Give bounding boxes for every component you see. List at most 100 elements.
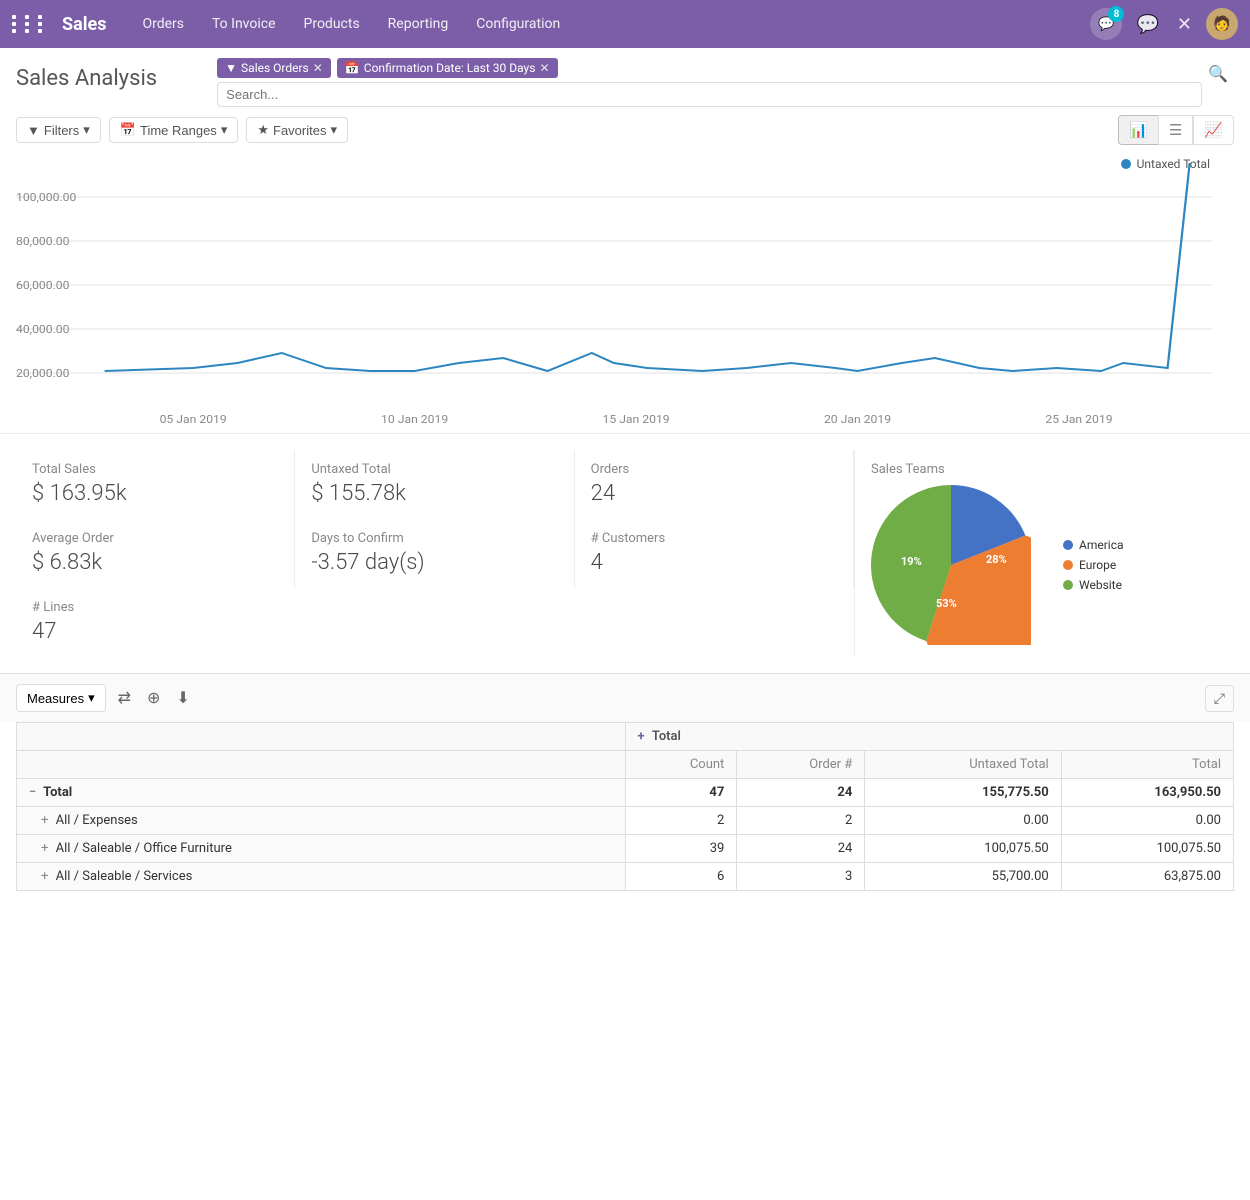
svg-text:20 Jan 2019: 20 Jan 2019 [824,413,891,426]
search-area: ▼ Sales Orders ✕ 📅 Confirmation Date: La… [217,58,1202,107]
line-chart-svg: 20,000.00 40,000.00 60,000.00 80,000.00 … [16,153,1234,433]
kpi-orders: Orders 24 [575,450,854,519]
nav-actions: 💬 8 💬 ✕ 🧑 [1090,8,1238,40]
search-input-wrap [217,82,1202,107]
row-furniture-count: 39 [625,835,737,863]
measures-label: Measures [27,691,84,706]
row-services-order: 3 [737,863,865,891]
table-row: + All / Saleable / Services 6 3 55,700.0… [17,863,1234,891]
row-furniture-order: 24 [737,835,865,863]
row-expenses-label: + All / Expenses [17,807,626,835]
page-content: Sales Analysis ▼ Sales Orders ✕ 📅 Confir… [0,48,1250,1200]
kpi-left: Total Sales $ 163.95k Untaxed Total $ 15… [16,450,854,657]
favorites-chevron: ▾ [330,122,337,138]
row-furniture-untaxed: 100,075.50 [865,835,1061,863]
col-count: Count [625,751,737,779]
star-icon: ★ [257,122,269,138]
col-order: Order # [737,751,865,779]
notification-count: 8 [1108,6,1124,22]
time-ranges-button[interactable]: 📅 Time Ranges ▾ [109,117,239,143]
menu-reporting[interactable]: Reporting [376,10,461,38]
measures-chevron: ▾ [88,690,95,706]
settings-icon[interactable]: ✕ [1173,10,1196,39]
row-furniture-label: + All / Saleable / Office Furniture [17,835,626,863]
bar-view-button[interactable]: 📈 [1193,115,1234,145]
filter-tag-label: Sales Orders [241,61,309,75]
table-row: + All / Expenses 2 2 0.00 0.00 [17,807,1234,835]
filter-tags: ▼ Sales Orders ✕ 📅 Confirmation Date: La… [217,58,1202,78]
list-view-button[interactable]: ☰ [1158,115,1193,145]
page-title: Sales Analysis [16,58,157,91]
measures-button[interactable]: Measures ▾ [16,684,106,712]
funnel-icon: ▼ [225,61,237,75]
user-avatar[interactable]: 🧑 [1206,8,1238,40]
calendar-icon: 📅 [345,61,360,75]
download-button[interactable]: ⬇ [172,684,193,712]
legend-website: Website [1063,578,1124,592]
row-expenses-order: 2 [737,807,865,835]
app-grid-menu[interactable] [12,15,48,33]
kpi-days-value: -3.57 day(s) [311,550,557,575]
row-total-label: − Total [17,779,626,807]
filter-tag-date-close[interactable]: ✕ [539,61,549,75]
kpi-lines: # Lines 47 [16,588,295,657]
row-expand-icon[interactable]: + [41,813,48,828]
chart-view-button[interactable]: 📊 [1118,115,1158,145]
sales-teams-title: Sales Teams [871,462,1218,477]
filters-button[interactable]: ▼ Filters ▾ [16,117,101,143]
top-navigation: Sales Orders To Invoice Products Reporti… [0,0,1250,48]
pivot-col-total-header: + Total [625,723,1234,751]
kpi-avg-order-label: Average Order [32,531,278,546]
pie-chart-svg [871,485,1031,645]
svg-text:05 Jan 2019: 05 Jan 2019 [160,413,227,426]
svg-text:20,000.00: 20,000.00 [16,367,69,380]
svg-text:25 Jan 2019: 25 Jan 2019 [1045,413,1112,426]
time-ranges-label: Time Ranges [140,123,217,138]
filter-tag-sales-orders[interactable]: ▼ Sales Orders ✕ [217,58,331,78]
pivot-empty-header [17,751,626,779]
search-button[interactable]: 🔍 [1202,58,1234,89]
svg-text:10 Jan 2019: 10 Jan 2019 [381,413,448,426]
swap-icon-button[interactable]: ⇄ [114,684,135,712]
menu-orders[interactable]: Orders [130,10,196,38]
search-input[interactable] [226,87,626,102]
kpi-customers-label: # Customers [591,531,837,546]
row-services-total: 63,875.00 [1061,863,1233,891]
menu-products[interactable]: Products [292,10,372,38]
pivot-table-wrap: + Total Count Order # Untaxed Total Tota… [0,722,1250,907]
filter-tag-close[interactable]: ✕ [313,61,323,75]
kpi-orders-label: Orders [591,462,837,477]
kpi-orders-value: 24 [591,481,837,506]
menu-to-invoice[interactable]: To Invoice [200,10,288,38]
kpi-avg-order: Average Order $ 6.83k [16,519,295,588]
filters-chevron: ▾ [83,122,90,138]
row-collapse-icon[interactable]: − [29,785,36,800]
fullscreen-button[interactable]: ⤢ [1205,685,1234,712]
chart-svg-wrap: 20,000.00 40,000.00 60,000.00 80,000.00 … [16,153,1234,433]
america-label: America [1079,538,1124,552]
kpi-lines-label: # Lines [32,600,279,615]
row-expenses-count: 2 [625,807,737,835]
row-expand-icon2[interactable]: + [41,841,48,856]
menu-configuration[interactable]: Configuration [464,10,572,38]
notifications-button[interactable]: 💬 8 [1090,8,1122,40]
view-buttons: 📊 ☰ 📈 [1118,115,1234,145]
col-expand-icon[interactable]: + [638,729,645,744]
row-expand-icon3[interactable]: + [41,869,48,884]
calendar-icon2: 📅 [120,122,136,138]
expand-rows-button[interactable]: ⊕ [143,684,164,712]
row-services-label: + All / Saleable / Services [17,863,626,891]
favorites-button[interactable]: ★ Favorites ▾ [246,117,348,143]
main-menu: Orders To Invoice Products Reporting Con… [130,10,1090,38]
svg-text:15 Jan 2019: 15 Jan 2019 [603,413,670,426]
filter-icon: ▼ [27,123,40,138]
row-expenses-total: 0.00 [1061,807,1233,835]
filter-tag-date[interactable]: 📅 Confirmation Date: Last 30 Days ✕ [337,58,558,78]
website-label: Website [1079,578,1122,592]
row-total-count: 47 [625,779,737,807]
search-bar: Sales Analysis ▼ Sales Orders ✕ 📅 Confir… [0,48,1250,107]
chat-icon[interactable]: 💬 [1132,10,1162,39]
legend-europe: Europe [1063,558,1124,572]
chart-area: Untaxed Total 20,000.00 40,000.00 60,000… [0,153,1250,433]
kpi-customers: # Customers 4 [575,519,854,588]
